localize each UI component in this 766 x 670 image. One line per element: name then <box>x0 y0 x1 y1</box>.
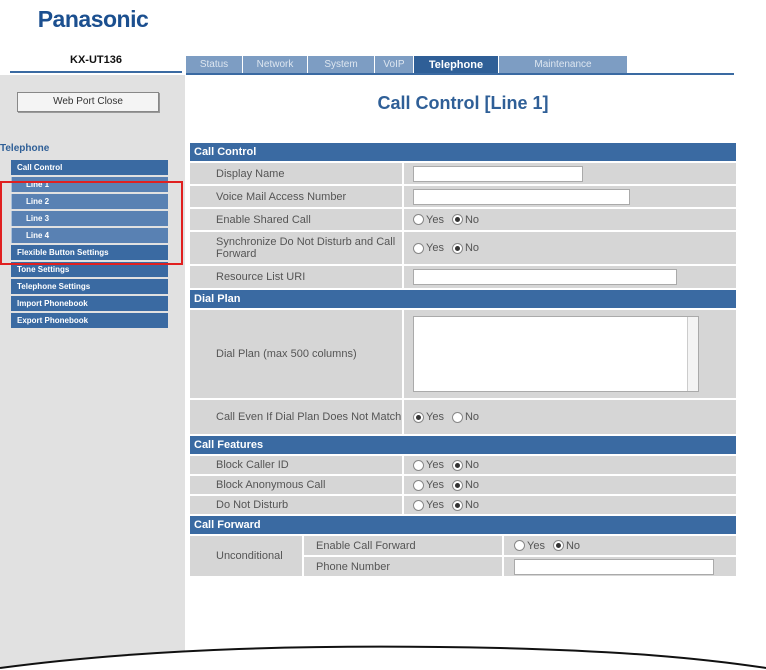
dnd-no-radio[interactable] <box>451 499 463 511</box>
tab-maintenance[interactable]: Maintenance <box>499 56 628 74</box>
no-label: No <box>464 242 480 254</box>
resource-uri-input[interactable] <box>413 269 677 285</box>
sync-dnd-no-radio[interactable] <box>451 242 463 254</box>
block-caller-id-no-radio[interactable] <box>451 459 463 471</box>
no-label: No <box>464 479 480 491</box>
page-title: Call Control [Line 1] <box>377 93 549 113</box>
voice-mail-input[interactable] <box>413 188 630 205</box>
yes-label: Yes <box>426 213 444 226</box>
dnd-label: Do Not Disturb <box>190 496 402 514</box>
no-label: No <box>464 499 480 511</box>
enable-cf-label: Enable Call Forward <box>304 536 502 555</box>
voice-mail-label: Voice Mail Access Number <box>190 186 402 207</box>
yes-label: Yes <box>426 242 444 254</box>
brand-logo: Panasonic <box>37 6 149 32</box>
tab-status[interactable]: Status <box>186 56 243 74</box>
shared-call-no-radio[interactable] <box>451 214 463 225</box>
sidebar: Web Port Close Telephone Call Control Li… <box>0 75 185 670</box>
yes-label: Yes <box>426 479 444 491</box>
page-curl-edge <box>0 645 766 670</box>
shared-call-yes-radio[interactable] <box>413 214 424 225</box>
dial-plan-label: Dial Plan (max 500 columns) <box>190 310 402 398</box>
tab-underline <box>186 73 734 75</box>
no-label: No <box>464 459 480 471</box>
display-name-label: Display Name <box>190 163 402 184</box>
no-label: No <box>565 539 581 552</box>
web-port-close-button[interactable]: Web Port Close <box>17 92 159 112</box>
yes-label: Yes <box>426 459 444 471</box>
tab-network[interactable]: Network <box>243 56 308 74</box>
block-anonymous-yes-radio[interactable] <box>413 479 424 491</box>
tab-telephone[interactable]: Telephone <box>414 56 499 74</box>
dial-plan-textarea[interactable] <box>413 316 699 392</box>
main-tabs: Status Network System VoIP Telephone Mai… <box>186 56 722 74</box>
sidebar-item-telephone-settings[interactable]: Telephone Settings <box>11 279 168 294</box>
tab-voip[interactable]: VoIP <box>375 56 414 74</box>
no-label: No <box>464 411 480 423</box>
call-even-no-radio[interactable] <box>451 411 463 423</box>
block-anonymous-label: Block Anonymous Call <box>190 476 402 494</box>
sidebar-item-export-phonebook[interactable]: Export Phonebook <box>11 313 168 328</box>
unconditional-label: Unconditional <box>190 536 302 576</box>
phone-number-input[interactable] <box>514 558 714 575</box>
enable-cf-no-radio[interactable] <box>552 540 564 551</box>
sidebar-heading: Telephone <box>0 143 50 154</box>
yes-label: Yes <box>527 539 545 552</box>
no-label: No <box>464 213 480 226</box>
block-caller-id-yes-radio[interactable] <box>413 459 424 471</box>
call-even-yes-radio[interactable] <box>413 411 424 423</box>
section-dial-plan: Dial Plan <box>190 290 736 308</box>
phone-number-label: Phone Number <box>304 557 502 576</box>
model-name: KX-UT136 <box>10 51 182 73</box>
sync-dnd-yes-radio[interactable] <box>413 242 424 254</box>
section-call-control: Call Control <box>190 143 736 161</box>
yes-label: Yes <box>426 411 444 423</box>
tab-system[interactable]: System <box>308 56 375 74</box>
display-name-input[interactable] <box>413 165 583 182</box>
block-caller-id-label: Block Caller ID <box>190 456 402 474</box>
section-call-forward: Call Forward <box>190 516 736 534</box>
settings-form: Call Control Display Name Voice Mail Acc… <box>190 143 736 578</box>
call-even-label: Call Even If Dial Plan Does Not Match <box>190 400 402 434</box>
resource-uri-label: Resource List URI <box>190 266 402 288</box>
section-call-features: Call Features <box>190 436 736 454</box>
enable-cf-yes-radio[interactable] <box>514 540 525 551</box>
dial-plan-scrollbar[interactable] <box>687 317 698 391</box>
dnd-yes-radio[interactable] <box>413 499 424 511</box>
sidebar-item-import-phonebook[interactable]: Import Phonebook <box>11 296 168 311</box>
yes-label: Yes <box>426 499 444 511</box>
block-anonymous-no-radio[interactable] <box>451 479 463 491</box>
shared-call-label: Enable Shared Call <box>190 209 402 230</box>
sidebar-item-call-control[interactable]: Call Control <box>11 160 168 175</box>
highlight-box <box>0 181 183 265</box>
sync-dnd-label: Synchronize Do Not Disturb and Call Forw… <box>190 232 402 264</box>
